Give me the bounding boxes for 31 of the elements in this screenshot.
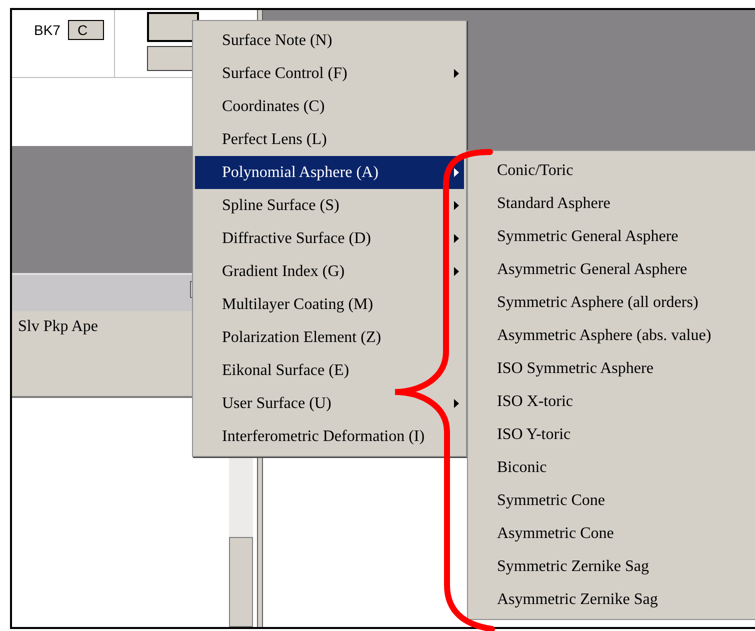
push-button[interactable] xyxy=(147,12,199,42)
menu-item[interactable]: Diffractive Surface (D) xyxy=(195,222,464,255)
menu-item[interactable]: Interferometric Deformation (I) xyxy=(195,420,464,453)
menu-item[interactable]: Symmetric General Asphere xyxy=(468,220,755,253)
menu-item[interactable]: Coordinates (C) xyxy=(195,90,464,123)
menu-item[interactable]: Asymmetric Cone xyxy=(468,517,755,550)
menu-item[interactable]: ISO Y-toric xyxy=(468,418,755,451)
menu-item[interactable]: ISO X-toric xyxy=(468,385,755,418)
menu-item[interactable]: Asymmetric Zernike Sag xyxy=(468,583,755,616)
menu-item[interactable]: User Surface (U) xyxy=(195,387,464,420)
menu-item[interactable]: Multilayer Coating (M) xyxy=(195,288,464,321)
menu-item[interactable]: Eikonal Surface (E) xyxy=(195,354,464,387)
menu-item[interactable]: Surface Control (F) xyxy=(195,57,464,90)
menu-item[interactable]: Asymmetric Asphere (abs. value) xyxy=(468,319,755,352)
menu-item[interactable]: Symmetric Asphere (all orders) xyxy=(468,286,755,319)
menu-item[interactable]: Polynomial Asphere (A) xyxy=(195,156,464,189)
menu-item[interactable]: Asymmetric General Asphere xyxy=(468,253,755,286)
menu-item[interactable]: Surface Note (N) xyxy=(195,24,464,57)
menu-item[interactable]: Conic/Toric xyxy=(468,154,755,187)
glass-label: BK7 xyxy=(34,21,60,40)
menu-item[interactable]: ISO Symmetric Asphere xyxy=(468,352,755,385)
menu-item[interactable]: Symmetric Cone xyxy=(468,484,755,517)
glass-solve-button[interactable]: C xyxy=(68,20,104,40)
menu-item[interactable]: Symmetric Zernike Sag xyxy=(468,550,755,583)
column-headers: Slv Pkp Ape xyxy=(18,318,98,335)
menu-item[interactable]: Spline Surface (S) xyxy=(195,189,464,222)
menu-item[interactable]: Biconic xyxy=(468,451,755,484)
menu-item[interactable]: Polarization Element (Z) xyxy=(195,321,464,354)
menu-item[interactable]: Standard Asphere xyxy=(468,187,755,220)
menu-item[interactable]: Gradient Index (G) xyxy=(195,255,464,288)
menu-item[interactable]: Perfect Lens (L) xyxy=(195,123,464,156)
